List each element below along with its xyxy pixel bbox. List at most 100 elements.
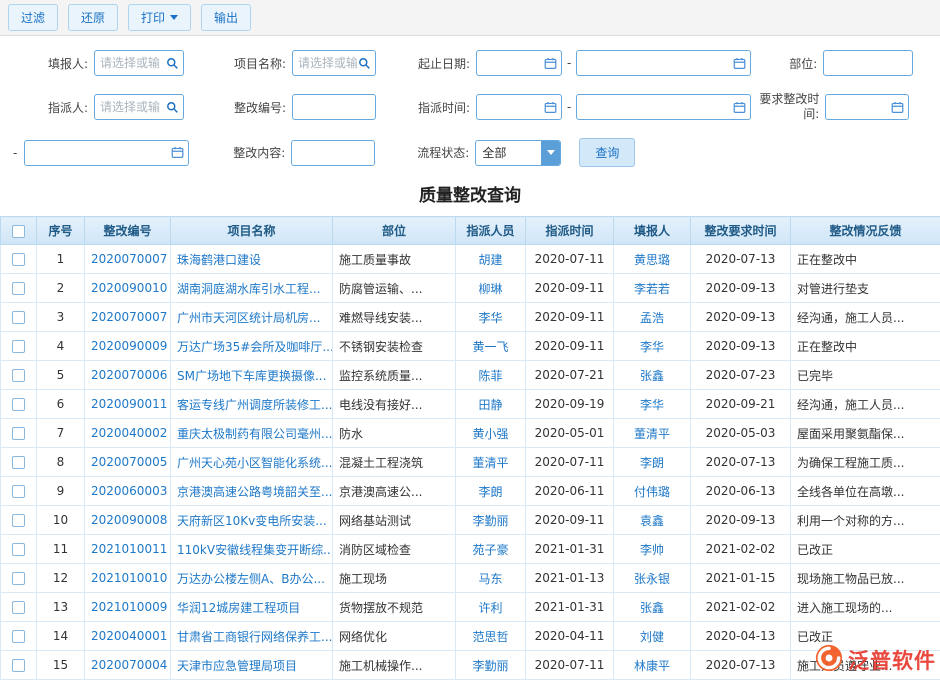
row-checkbox[interactable] (12, 340, 25, 353)
row-checkbox[interactable] (12, 630, 25, 643)
project-link[interactable]: 万达广场35#会所及咖啡厅... (177, 340, 333, 354)
date-range-start-input[interactable] (476, 50, 562, 76)
calendar-icon[interactable] (890, 101, 905, 114)
project-link[interactable]: 重庆太极制药有限公司毫州... (177, 427, 332, 441)
search-icon[interactable] (165, 101, 180, 114)
row-checkbox[interactable] (12, 282, 25, 295)
restore-button[interactable]: 还原 (68, 4, 118, 31)
rect-no-link[interactable]: 2020040001 (91, 629, 167, 643)
rect-no-link[interactable]: 2020060003 (91, 484, 167, 498)
row-checkbox[interactable] (12, 485, 25, 498)
row-checkbox[interactable] (12, 369, 25, 382)
content-input-field[interactable] (297, 146, 371, 160)
project-input-field[interactable] (298, 56, 357, 70)
calendar-icon[interactable] (732, 101, 747, 114)
project-link[interactable]: 甘肃省工商银行网络保养工... (177, 630, 332, 644)
row-checkbox[interactable] (12, 456, 25, 469)
project-link[interactable]: 广州天心苑小区智能化系统... (177, 456, 332, 470)
date-range-end-field[interactable] (582, 56, 732, 70)
rect-no-link[interactable]: 2020070006 (91, 368, 167, 382)
project-link[interactable]: 天府新区10Kv变电所安装... (177, 514, 327, 528)
project-link[interactable]: 华润12城房建工程项目 (177, 601, 300, 615)
select-all-checkbox[interactable] (12, 225, 25, 238)
row-checkbox[interactable] (12, 543, 25, 556)
assign-time-end-field[interactable] (582, 100, 732, 114)
content-input[interactable] (291, 140, 375, 166)
project-link[interactable]: 天津市应急管理局项目 (177, 659, 297, 673)
rect-no-link[interactable]: 2020070007 (91, 252, 167, 266)
part-cell: 消防区域检查 (333, 535, 456, 564)
row-checkbox[interactable] (12, 427, 25, 440)
rect-no-link[interactable]: 2021010009 (91, 600, 167, 614)
rect-no-input[interactable] (292, 94, 376, 120)
calendar-icon[interactable] (170, 146, 185, 159)
required-time-end-input[interactable] (24, 140, 189, 166)
row-checkbox[interactable] (12, 601, 25, 614)
col-header-rect-no: 整改编号 (85, 217, 171, 245)
project-link[interactable]: 湖南洞庭湖水库引水工程... (177, 282, 320, 296)
rect-no-link[interactable]: 2020090010 (91, 281, 167, 295)
assignee-input[interactable] (94, 94, 184, 120)
project-link[interactable]: 珠海鹤港口建设 (177, 253, 261, 267)
cell: 2020070006 (85, 361, 171, 390)
row-checkbox[interactable] (12, 253, 25, 266)
search-icon[interactable] (357, 57, 372, 70)
row-checkbox[interactable] (12, 572, 25, 585)
location-input-field[interactable] (829, 56, 909, 70)
calendar-icon[interactable] (543, 101, 558, 114)
assign-time-start-field[interactable] (482, 100, 543, 114)
search-icon[interactable] (165, 57, 180, 70)
calendar-icon[interactable] (543, 57, 558, 70)
assignee-input-field[interactable] (100, 100, 165, 114)
query-button[interactable]: 查询 (579, 138, 635, 167)
required-time-separator: - (8, 146, 22, 160)
print-button[interactable]: 打印 (128, 4, 191, 31)
rect-no-link[interactable]: 2021010011 (91, 542, 167, 556)
rect-no-link[interactable]: 2020090009 (91, 339, 167, 353)
rect-no-input-field[interactable] (298, 100, 372, 114)
calendar-icon[interactable] (732, 57, 747, 70)
status-select[interactable]: 全部 (475, 140, 561, 166)
assignee-label: 指派人: (8, 99, 88, 116)
required-time-start-input[interactable] (825, 94, 909, 120)
project-link[interactable]: 广州市天河区统计局机房... (177, 311, 320, 325)
required-time-start-field[interactable] (831, 100, 890, 114)
reporter-input-field[interactable] (100, 56, 165, 70)
rect-no-link[interactable]: 2020090008 (91, 513, 167, 527)
rect-no-link[interactable]: 2020090011 (91, 397, 167, 411)
project-link[interactable]: SM广场地下车库更换摄像... (177, 369, 326, 383)
assign-time-end-input[interactable] (576, 94, 751, 120)
required-time-cell: 2020-06-13 (691, 477, 791, 506)
project-link[interactable]: 110kV安徽线程集变开断综... (177, 543, 333, 557)
row-checkbox[interactable] (12, 311, 25, 324)
row-checkbox[interactable] (12, 514, 25, 527)
feedback-cell: 屋面采用聚氨酯保... (791, 419, 940, 448)
content-label: 整改内容: (213, 144, 285, 161)
project-link[interactable]: 京港澳高速公路粤境韶关至... (177, 485, 332, 499)
project-link[interactable]: 万达办公楼左侧A、B办公... (177, 572, 325, 586)
project-link[interactable]: 客运专线广州调度所装修工... (177, 398, 332, 412)
row-checkbox[interactable] (12, 659, 25, 672)
rect-no-link[interactable]: 2020040002 (91, 426, 167, 440)
filter-button[interactable]: 过滤 (8, 4, 58, 31)
row-checkbox[interactable] (12, 398, 25, 411)
output-button[interactable]: 输出 (201, 4, 251, 31)
required-time-end-field[interactable] (30, 146, 170, 160)
location-input[interactable] (823, 50, 913, 76)
date-range-end-input[interactable] (576, 50, 751, 76)
project-input[interactable] (292, 50, 376, 76)
date-range-separator: - (562, 56, 576, 70)
reporter-input[interactable] (94, 50, 184, 76)
feedback-cell: 已改正 (791, 535, 940, 564)
rect-no-link[interactable]: 2020070004 (91, 658, 167, 672)
cell: 2020070005 (85, 448, 171, 477)
rect-no-link[interactable]: 2021010010 (91, 571, 167, 585)
rect-no-link[interactable]: 2020070007 (91, 310, 167, 324)
table-row: 132021010009华润12城房建工程项目货物摆放不规范许利2021-01-… (1, 593, 940, 622)
table-row: 62020090011客运专线广州调度所装修工...电线没有接好...田静202… (1, 390, 940, 419)
rect-no-link[interactable]: 2020070005 (91, 455, 167, 469)
assign-time-cell: 2020-05-01 (526, 419, 614, 448)
date-range-start-field[interactable] (482, 56, 543, 70)
assign-time-start-input[interactable] (476, 94, 562, 120)
filter-form: 填报人: 项目名称: 起止日期: - 部位 (0, 36, 940, 179)
